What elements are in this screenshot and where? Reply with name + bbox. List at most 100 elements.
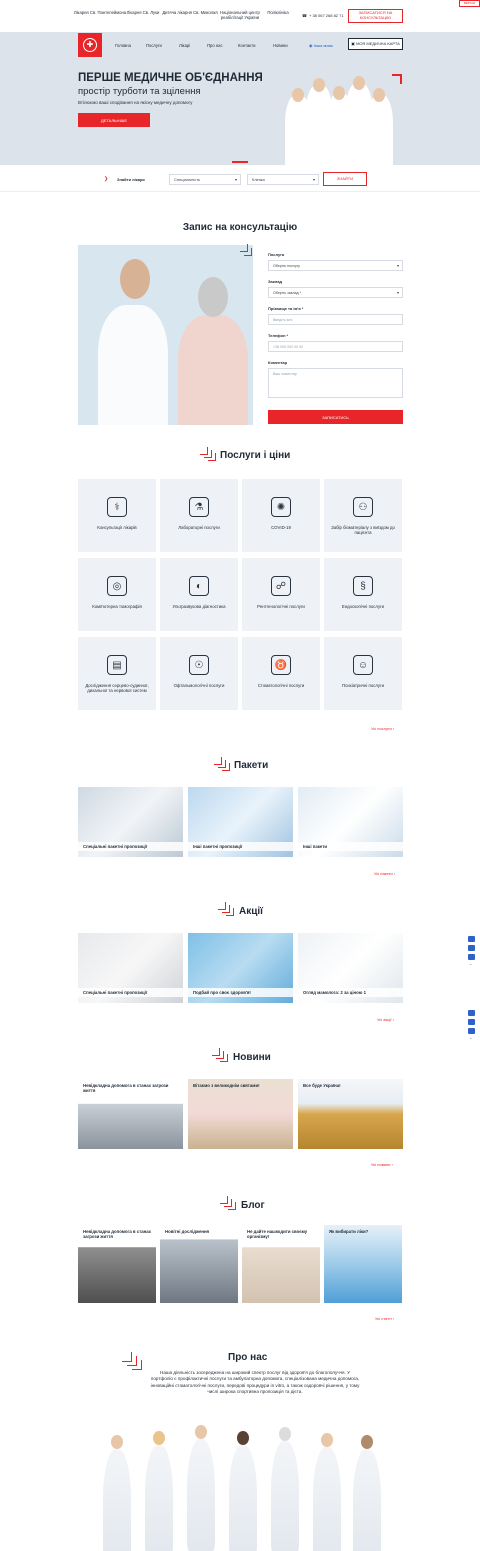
promo-tile[interactable]: Подбай про своє здоров'я! bbox=[188, 933, 293, 1003]
service-card[interactable]: § Ендоскопічні послуги bbox=[324, 558, 402, 631]
about-text: Наша діяльність зосереджена на широкий с… bbox=[150, 1370, 360, 1394]
floating-up-icon-2[interactable]: ⌃ bbox=[469, 1037, 472, 1042]
service-label: Послуга bbox=[268, 252, 285, 257]
comment-label: Коментар bbox=[268, 360, 288, 365]
hero-details-button[interactable]: ДЕТАЛЬНІШЕ bbox=[78, 113, 150, 127]
medcard-button[interactable]: ▣ МОЯ МЕДИЧНА КАРТА bbox=[348, 38, 403, 50]
name-input[interactable]: Введіть ім'я bbox=[268, 314, 403, 325]
service-select[interactable]: Оберіть послугу bbox=[268, 260, 403, 271]
floating-profile-icon-2[interactable] bbox=[468, 1019, 475, 1025]
virus-icon: ✺ bbox=[271, 497, 291, 517]
language-switch[interactable]: ◉ Інша мова bbox=[309, 43, 333, 48]
version-badge[interactable]: ВЕРСІЯ bbox=[459, 0, 480, 7]
floating-contact-icon-2[interactable] bbox=[468, 1010, 475, 1016]
hero-subtitle: простір турботи та зцілення bbox=[78, 86, 201, 97]
chevron-right-icon: › bbox=[392, 1017, 395, 1022]
consult-title: Запис на консультацію bbox=[182, 222, 298, 233]
service-card[interactable]: ☺ Психіатричні послуги bbox=[324, 637, 402, 710]
floating-chat-icon-2[interactable] bbox=[468, 1028, 475, 1034]
service-card[interactable]: ⚕ Консультації лікарів bbox=[78, 479, 156, 552]
packages-title: Пакети bbox=[234, 760, 269, 771]
promos-more-link[interactable]: Усі акції › bbox=[377, 1017, 394, 1022]
floating-contact-icon[interactable] bbox=[468, 936, 475, 942]
service-card[interactable]: ☉ Офтальмологічні послуги bbox=[160, 637, 238, 710]
news-accent-icon bbox=[212, 1048, 228, 1062]
service-card[interactable]: ◎ Комп'ютерна томографія bbox=[78, 558, 156, 631]
hero-title: ПЕРШЕ МЕДИЧНЕ ОБ'ЄДНАННЯ bbox=[78, 72, 263, 84]
nav-news[interactable]: Новини bbox=[273, 43, 288, 48]
news-title: Новини bbox=[233, 1052, 271, 1063]
consult-button[interactable]: ЗАПИСАТИСЯ НА КОНСУЛЬТАЦІЮ bbox=[348, 9, 403, 23]
cross-icon: ✚ bbox=[83, 38, 97, 52]
nav-services[interactable]: Послуги bbox=[146, 43, 162, 48]
ultrasound-icon: ◐ bbox=[189, 576, 209, 596]
comment-textarea[interactable]: Ваш коментар bbox=[268, 368, 403, 398]
chevron-right-icon: › bbox=[392, 1316, 395, 1321]
clinic-select[interactable]: Клініка bbox=[247, 174, 319, 185]
chevron-right-icon: › bbox=[392, 726, 395, 731]
phone-number[interactable]: + 38 067 268 82 71 bbox=[309, 13, 344, 18]
logo[interactable]: ✚ bbox=[78, 33, 102, 57]
service-card[interactable]: ✺ COVID-19 bbox=[242, 479, 320, 552]
blog-more-link[interactable]: Усі статті › bbox=[375, 1316, 394, 1321]
service-card[interactable]: ♉ Стоматологічні послуги bbox=[242, 637, 320, 710]
consult-photo bbox=[78, 245, 253, 425]
floating-profile-icon[interactable] bbox=[468, 945, 475, 951]
news-tile[interactable]: Все буде Україна! bbox=[298, 1079, 403, 1149]
about-accent-icon bbox=[122, 1352, 142, 1370]
globe-icon: ◉ bbox=[309, 43, 313, 48]
top-bar: Лікарня Св. Пантелеймона Лікарня Св. Лук… bbox=[0, 0, 480, 32]
blog-tile[interactable]: Як вибирати ліки? bbox=[324, 1225, 402, 1303]
nav-home[interactable]: Головна bbox=[115, 43, 131, 48]
news-more-link[interactable]: Усі новини › bbox=[371, 1162, 393, 1167]
nav-doctors[interactable]: Лікарі bbox=[179, 43, 190, 48]
place-select[interactable]: Оберіть заклад * bbox=[268, 287, 403, 298]
biomaterial-icon: ⚇ bbox=[353, 497, 373, 517]
hero-doctors-image bbox=[275, 72, 395, 165]
specialty-select[interactable]: Спеціальність bbox=[169, 174, 241, 185]
package-tile[interactable]: Інші пакетні пропозиції bbox=[188, 787, 293, 857]
floating-up-icon[interactable]: ⌃ bbox=[469, 963, 472, 968]
blog-tile[interactable]: Новітні дослідження bbox=[160, 1225, 238, 1303]
team-photo bbox=[95, 1425, 385, 1551]
top-link-polyclinic[interactable]: Поліклініка bbox=[250, 10, 306, 15]
package-tile[interactable]: Спеціальні пакетні пропозиції bbox=[78, 787, 183, 857]
top-link-nicholas[interactable]: Дитяча лікарня Св. Миколая bbox=[162, 10, 218, 15]
packages-accent-icon bbox=[214, 757, 230, 771]
eye-doctor-icon: ☉ bbox=[189, 655, 209, 675]
service-card[interactable]: ▤ Дослідження серцево-судинної, дихальної… bbox=[78, 637, 156, 710]
service-card[interactable]: ☍ Рентгенологічні послуги bbox=[242, 558, 320, 631]
blog-tile[interactable]: Не дайте нашкодити своєму організму! bbox=[242, 1225, 320, 1303]
nav-about[interactable]: Про нас bbox=[207, 43, 223, 48]
name-label: Прізвище та ім'я * bbox=[268, 306, 304, 311]
promo-tile[interactable]: Огляд мамолога: 2 за ціною 1 bbox=[298, 933, 403, 1003]
search-label: Знайти лікаря bbox=[117, 177, 145, 182]
services-title: Послуги і ціни bbox=[220, 450, 291, 461]
ecg-icon: ▤ bbox=[107, 655, 127, 675]
services-more-link[interactable]: Усі послуги › bbox=[371, 726, 394, 731]
promos-accent-icon bbox=[218, 902, 234, 916]
blog-title: Блог bbox=[241, 1200, 265, 1211]
nav-contacts[interactable]: Контакти bbox=[238, 43, 255, 48]
package-tile[interactable]: Інші пакети bbox=[298, 787, 403, 857]
hero-section bbox=[0, 32, 480, 165]
packages-more-link[interactable]: Усі пакети › bbox=[374, 871, 395, 876]
about-title: Про нас bbox=[228, 1352, 268, 1363]
phone-input[interactable]: +38 000 000 00 00 bbox=[268, 341, 403, 352]
service-card[interactable]: ⚇ Забір біоматеріалу з виїздом до пацієнт… bbox=[324, 479, 402, 552]
news-tile[interactable]: Невідкладна допомога в станах загрози жи… bbox=[78, 1079, 183, 1149]
submit-button[interactable]: ЗАПИСАТИСЬ bbox=[268, 410, 403, 424]
floating-chat-icon[interactable] bbox=[468, 954, 475, 960]
xray-icon: ☍ bbox=[271, 576, 291, 596]
service-card[interactable]: ⚗ Лабораторні послуги bbox=[160, 479, 238, 552]
blog-accent-icon bbox=[220, 1196, 236, 1210]
blog-tile[interactable]: Невідкладна допомога в станах загрози жи… bbox=[78, 1225, 156, 1303]
microscope-icon: ⚗ bbox=[189, 497, 209, 517]
hero-slider-indicator[interactable] bbox=[232, 161, 248, 163]
search-button[interactable]: ЗНАЙТИ bbox=[323, 172, 367, 186]
promo-tile[interactable]: Спеціальні пакетні пропозиції bbox=[78, 933, 183, 1003]
news-tile[interactable]: Вітаємо з великоднім святами! bbox=[188, 1079, 293, 1149]
hero-accent-icon bbox=[390, 72, 404, 86]
tooth-icon: ♉ bbox=[271, 655, 291, 675]
service-card[interactable]: ◐ Ультразвукова діагностика bbox=[160, 558, 238, 631]
